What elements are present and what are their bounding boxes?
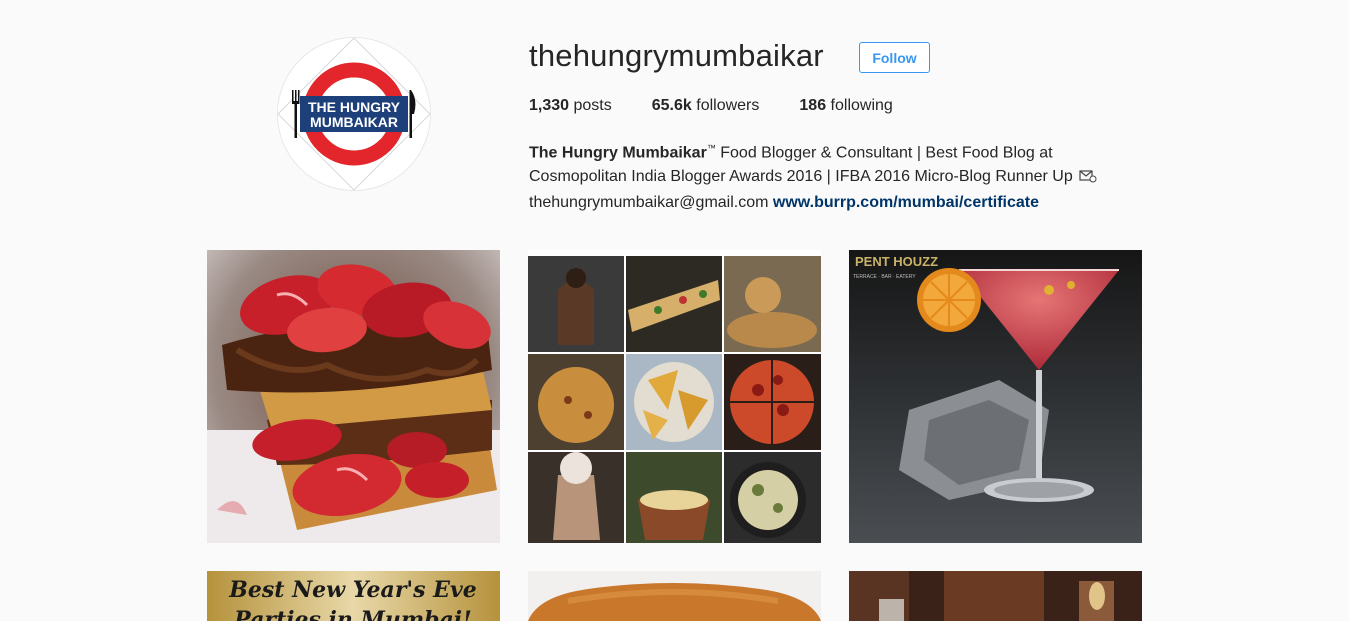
followers-label[interactable]: followers <box>696 97 759 114</box>
post-tile-4[interactable]: Best New Year's Eve Parties in Mumbai! <box>207 571 500 621</box>
strawberry-waffle-image <box>207 250 500 543</box>
followers-stat[interactable]: 65.6k followers <box>652 97 760 115</box>
follow-button[interactable]: Follow <box>859 42 930 73</box>
bun-image <box>528 571 821 621</box>
post-tile-5[interactable] <box>528 571 821 621</box>
red-cocktail-image: PENT HOUZZ TERRACE · BAR · EATERY <box>849 250 1142 543</box>
followers-count[interactable]: 65.6k <box>652 97 692 114</box>
profile-bio: The Hungry Mumbaikar™ Food Blogger & Con… <box>529 136 1129 215</box>
profile-full-name: The Hungry Mumbaikar <box>529 144 707 162</box>
nye-banner-subtitle: Parties in Mumbai! <box>233 607 472 621</box>
food-collage-image <box>528 250 821 543</box>
post-tile-1[interactable] <box>207 250 500 543</box>
post-tile-6[interactable] <box>849 571 1142 621</box>
post-tile-3[interactable]: PENT HOUZZ TERRACE · BAR · EATERY <box>849 250 1142 543</box>
bio-website-link[interactable]: www.burrp.com/mumbai/certificate <box>773 194 1039 211</box>
bio-email: thehungrymumbaikar@gmail.com <box>529 194 773 212</box>
following-stat[interactable]: 186 following <box>799 97 892 115</box>
pent-houzz-tagline: TERRACE · BAR · EATERY <box>853 274 916 280</box>
trademark-symbol: ™ <box>706 143 716 153</box>
nye-banner-title: Best New Year's Eve <box>228 577 476 603</box>
post-tile-2[interactable] <box>528 250 821 543</box>
posts-count-stat: 1,330 posts <box>529 97 612 115</box>
following-count[interactable]: 186 <box>799 97 826 114</box>
posts-count: 1,330 <box>529 97 570 114</box>
pent-houzz-logo: PENT HOUZZ <box>855 254 938 269</box>
profile-avatar[interactable]: THE HUNGRY MUMBAIKAR <box>277 37 431 191</box>
posts-label: posts <box>573 97 612 114</box>
avatar-logo-line2: MUMBAIKAR <box>310 114 398 130</box>
envelope-icon <box>1079 167 1097 191</box>
restaurant-interior-image <box>849 571 1142 621</box>
following-label[interactable]: following <box>831 97 893 114</box>
profile-username: thehungrymumbaikar <box>529 38 824 73</box>
profile-stats: 1,330 posts 65.6k followers 186 followin… <box>529 97 933 115</box>
avatar-logo-line1: THE HUNGRY <box>308 99 401 115</box>
new-years-eve-banner-image: Best New Year's Eve Parties in Mumbai! <box>207 571 500 621</box>
